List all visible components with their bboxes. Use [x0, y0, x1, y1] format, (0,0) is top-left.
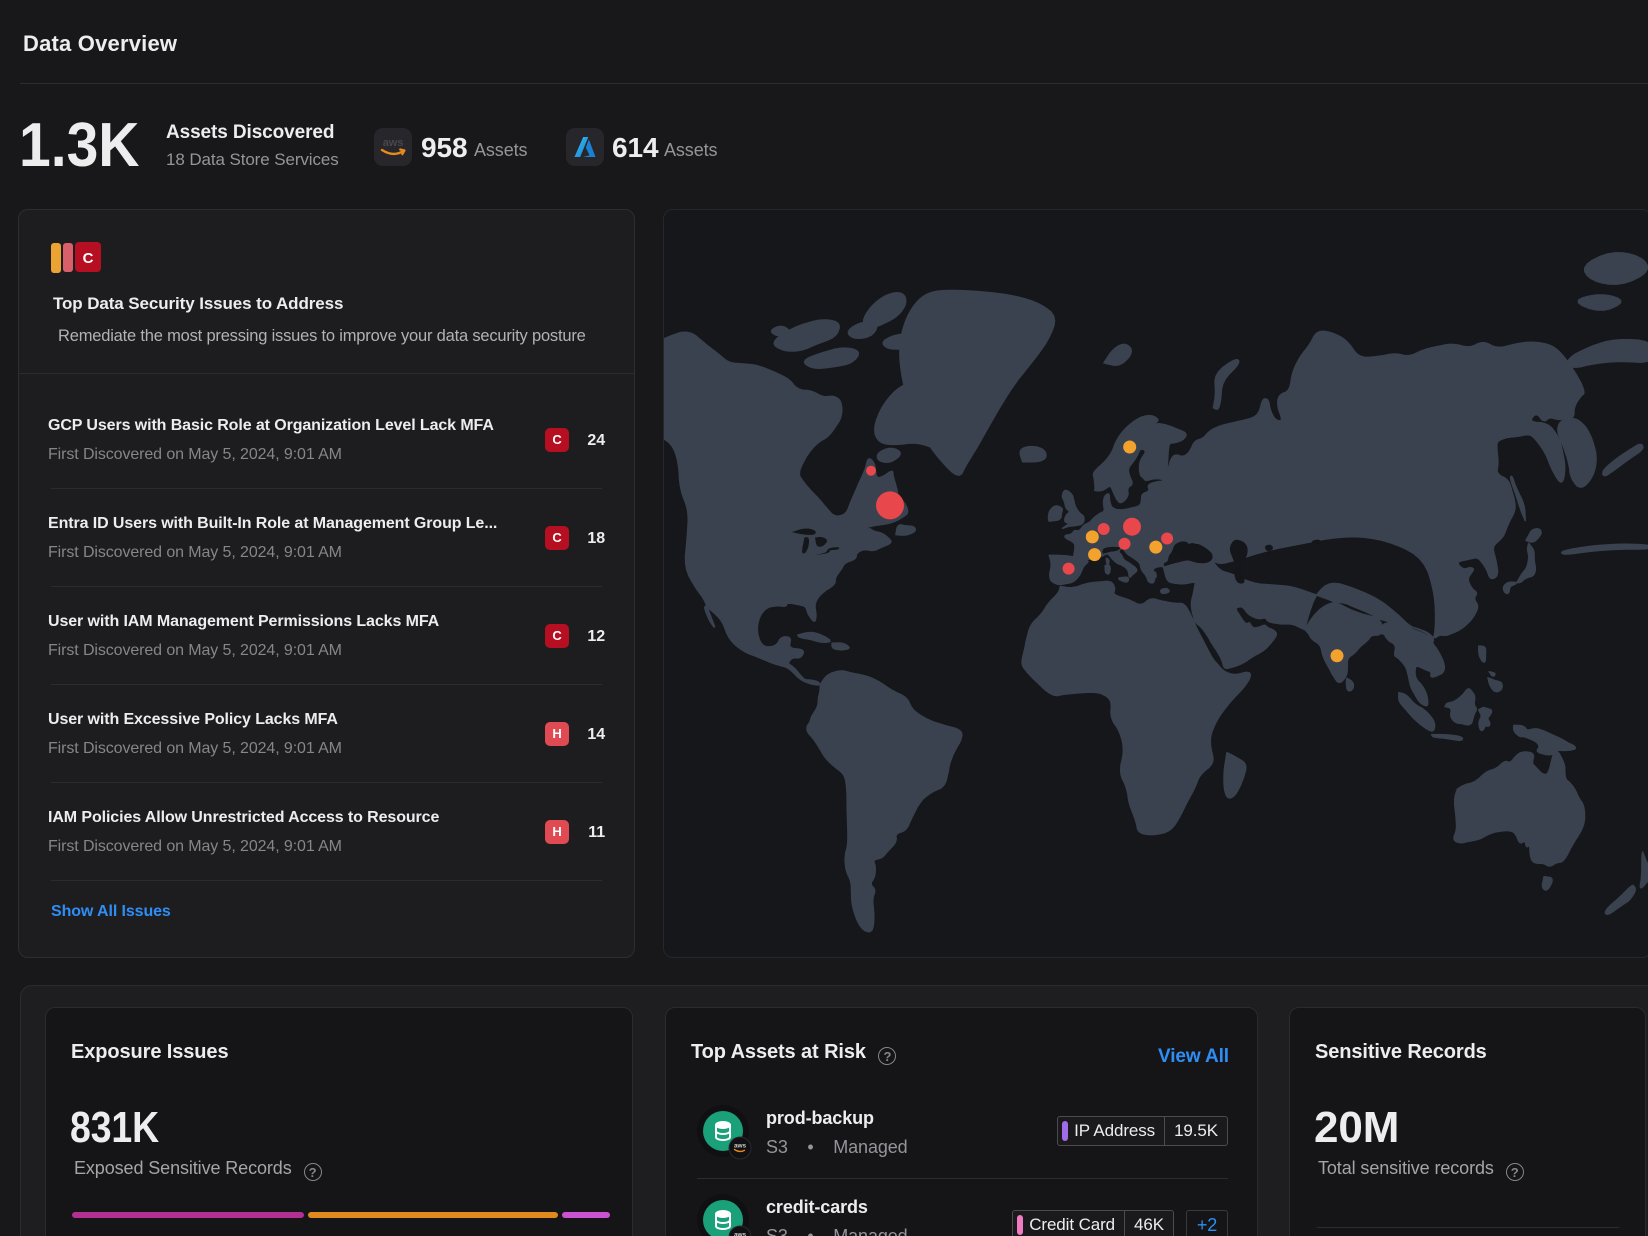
svg-text:C: C — [83, 250, 94, 267]
svg-text:aws: aws — [734, 1232, 746, 1236]
svg-text:aws: aws — [383, 137, 404, 149]
svg-text:aws: aws — [734, 1143, 746, 1150]
